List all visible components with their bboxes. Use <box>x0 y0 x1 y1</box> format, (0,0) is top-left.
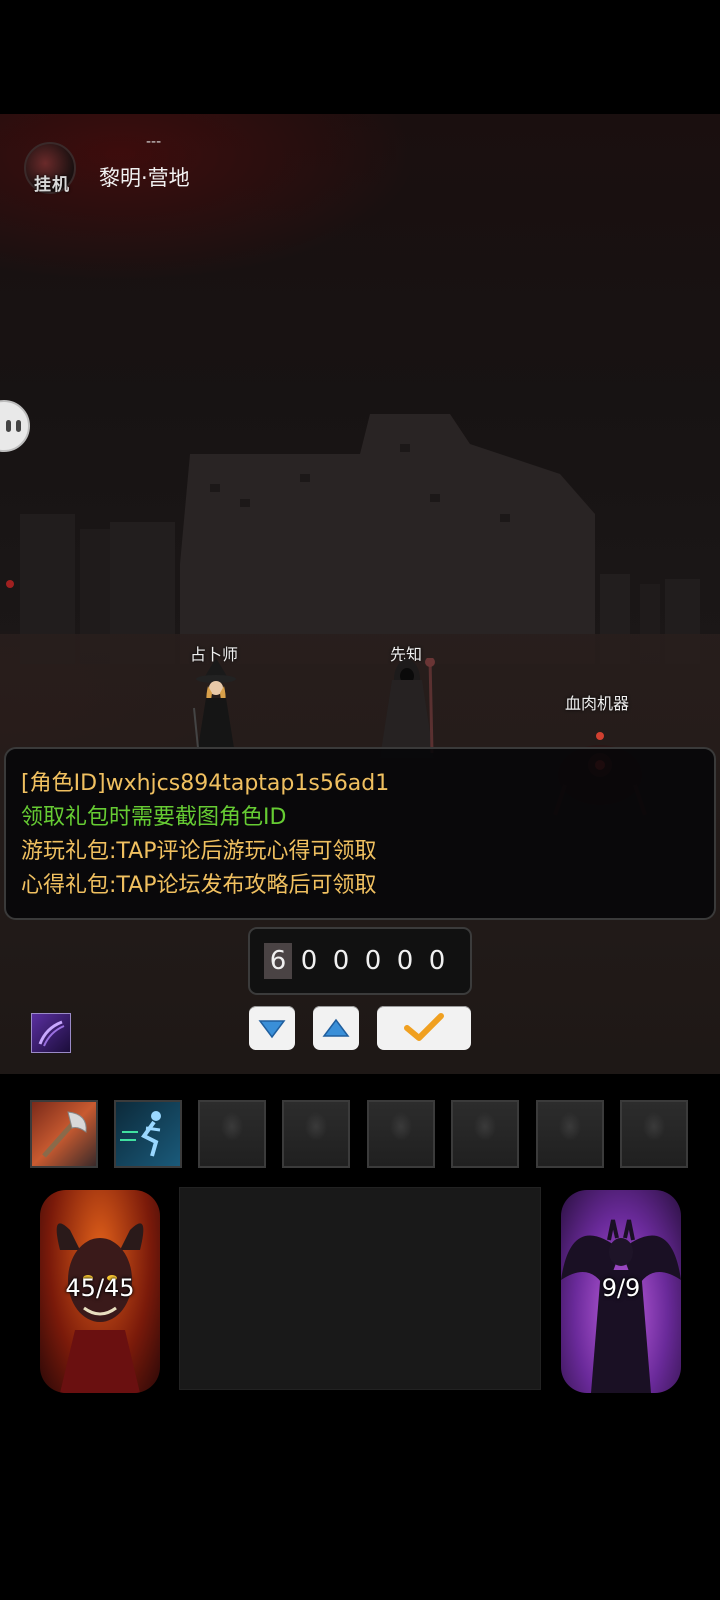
increase-button[interactable] <box>313 1006 359 1050</box>
ruined-city-background <box>6 414 700 664</box>
skill-slot-locked[interactable] <box>367 1100 435 1168</box>
skill-slot-locked[interactable] <box>198 1100 266 1168</box>
center-info-panel <box>179 1187 541 1390</box>
code-digit[interactable]: 0 <box>423 943 451 979</box>
skill-slot-locked[interactable] <box>451 1100 519 1168</box>
gift-code-input[interactable]: 6 0 0 0 0 0 <box>248 927 472 995</box>
role-id-text: [角色ID]wxhjcs894taptap1s56ad1 <box>21 771 390 796</box>
skill-slot-locked[interactable] <box>282 1100 350 1168</box>
code-digit[interactable]: 0 <box>295 943 323 979</box>
screenshot-hint-text: 领取礼包时需要截图角色ID <box>21 805 287 830</box>
skill-slot-locked[interactable] <box>536 1100 604 1168</box>
code-digit[interactable]: 0 <box>391 943 419 979</box>
checkmark-icon <box>404 1013 444 1041</box>
bubble-eye-icon <box>6 420 11 432</box>
skill-slot-locked[interactable] <box>620 1100 688 1168</box>
npc-name-flesh-machine: 血肉机器 <box>565 694 630 713</box>
skill-slot-sprint[interactable] <box>114 1100 182 1168</box>
top-status-label: --- <box>146 134 162 150</box>
skill-slot-axe[interactable] <box>30 1100 98 1168</box>
mana-text: 9/9 <box>601 1274 641 1302</box>
claw-skill-icon[interactable] <box>31 1013 71 1053</box>
code-digit[interactable]: 6 <box>264 943 292 979</box>
triangle-down-icon <box>258 1020 286 1039</box>
gift-info-panel: [角色ID]wxhjcs894taptap1s56ad1 领取礼包时需要截图角色… <box>4 747 716 920</box>
location-title: 黎明·营地 <box>99 166 190 190</box>
code-digit[interactable]: 0 <box>359 943 387 979</box>
confirm-button[interactable] <box>377 1006 471 1050</box>
npc-fortune-teller[interactable] <box>186 658 246 748</box>
player-portrait[interactable]: 45/45 <box>40 1190 160 1393</box>
sprint-skill-icon <box>120 1111 161 1157</box>
guide-gift-text: 心得礼包:TAP论坛发布攻略后可领取 <box>21 873 377 898</box>
idle-mode-label: 挂机 <box>34 175 70 195</box>
mana-portrait[interactable]: 9/9 <box>561 1190 681 1393</box>
play-gift-text: 游玩礼包:TAP评论后游玩心得可领取 <box>21 839 377 864</box>
decrease-button[interactable] <box>249 1006 295 1050</box>
triangle-up-icon <box>322 1018 350 1037</box>
npc-prophet[interactable] <box>372 658 442 758</box>
bubble-eye-icon <box>16 420 21 432</box>
axe-skill-icon <box>42 1111 87 1158</box>
player-hp-text: 45/45 <box>65 1274 135 1302</box>
code-digit[interactable]: 0 <box>327 943 355 979</box>
